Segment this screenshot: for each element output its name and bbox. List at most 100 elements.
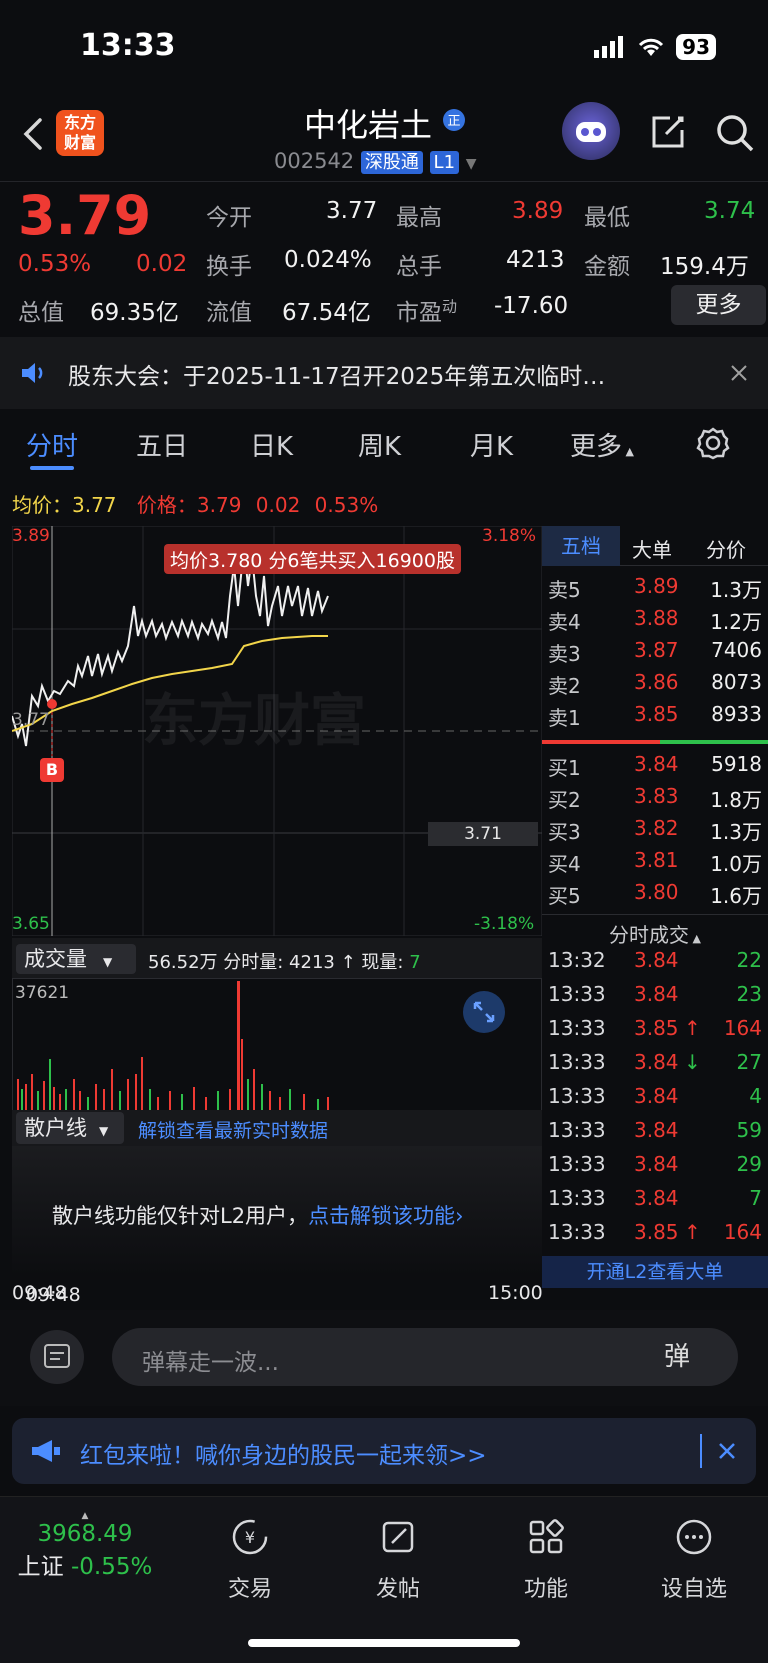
tick-volume: 164 (723, 1016, 762, 1040)
robot-assistant-icon[interactable] (562, 102, 620, 160)
tick-arrow: ↑ (684, 1220, 701, 1244)
nav-watchlist[interactable]: 设自选 (634, 1517, 754, 1603)
share-icon[interactable] (648, 112, 688, 152)
tick-volume: 27 (736, 1050, 762, 1074)
nav-trade[interactable]: ¥ 交易 (190, 1517, 310, 1603)
nav-post[interactable]: 发帖 (338, 1517, 458, 1603)
nav-function[interactable]: 功能 (486, 1517, 606, 1603)
ask-volume: 7406 (711, 638, 762, 662)
close-icon[interactable] (730, 364, 748, 382)
price-value: 3.79 (196, 493, 242, 517)
logo-text-1: 东方 (63, 113, 96, 132)
ask-row[interactable]: 卖4 3.88 1.2万 (542, 606, 768, 638)
tab-intraday[interactable]: 分时 (26, 426, 78, 463)
tick-price: 3.84 (634, 1050, 679, 1074)
bid-row[interactable]: 买2 3.83 1.8万 (542, 784, 768, 816)
ticks-header[interactable]: 分时成交 ▲ (542, 914, 768, 947)
tick-row: 13:32 3.84 22 (542, 948, 768, 982)
volume-chart[interactable]: 37621 (12, 978, 542, 1114)
intraday-chart[interactable]: 3.89 3.77 3.65 3.18% -3.18% 3.71 均价3.780… (11, 525, 543, 937)
index-ticker[interactable]: ▲ 3968.49 上证 -0.55% (0, 1511, 170, 1581)
battery-indicator: 93 (676, 34, 716, 60)
notice-bar[interactable]: 股东大会：于2025-11-17召开2025年第五次临时… (0, 337, 768, 409)
bid-row[interactable]: 买5 3.80 1.6万 (542, 880, 768, 912)
back-icon[interactable] (18, 114, 48, 154)
volume-total: 56.52万 (148, 952, 218, 973)
connect-tag: 深股通 (360, 151, 423, 174)
tick-volume: 22 (736, 948, 762, 972)
comment-list-icon[interactable] (30, 1330, 84, 1384)
bid-row[interactable]: 买1 3.84 5918 (542, 752, 768, 784)
stock-code-text: 002542 (274, 149, 355, 173)
ask-volume: 1.2万 (710, 610, 762, 634)
tab-price-dist[interactable]: 分价 (706, 534, 746, 563)
status-time: 13:33 (80, 28, 176, 63)
tick-arrow: ↓ (684, 1050, 701, 1074)
tick-time: 13:33 (548, 1220, 606, 1244)
danmaku-toggle-icon[interactable]: 弹 (664, 1336, 690, 1373)
avg-label: 均价： (12, 493, 72, 517)
volume-value: 4213 (506, 247, 565, 273)
ask-row[interactable]: 卖1 3.85 8933 (542, 702, 768, 734)
tick-row: 13:33 3.84 7 (542, 1186, 768, 1220)
svg-text:¥: ¥ (245, 1528, 255, 1547)
tab-weekly[interactable]: 周K (358, 426, 401, 463)
retail-message-link[interactable]: 点击解锁该功能 (308, 1204, 455, 1228)
tab-5day[interactable]: 五日 (136, 426, 188, 463)
tab-more[interactable]: 更多 ▲ (570, 426, 634, 463)
promo-close-icon[interactable] (718, 1442, 736, 1460)
ask-label: 卖4 (548, 610, 581, 634)
tab-big-order[interactable]: 大单 (632, 534, 672, 563)
bid-row[interactable]: 买3 3.82 1.3万 (542, 816, 768, 848)
promo-banner[interactable]: 红包来啦！喊你身边的股民一起来领>> (12, 1418, 756, 1484)
divider (0, 181, 768, 182)
nav-watchlist-label: 设自选 (660, 1577, 727, 1602)
ask-label: 卖5 (548, 578, 581, 602)
ask-row[interactable]: 卖3 3.87 7406 (542, 638, 768, 670)
more-button[interactable]: 更多 (671, 285, 766, 325)
pe-value: -17.60 (494, 293, 569, 319)
chart-tabs: 分时 五日 日K 周K 月K 更多 ▲ (0, 410, 768, 486)
amount-label: 金额 (584, 254, 630, 280)
tab-underline (30, 466, 74, 470)
more-dots-icon (676, 1519, 712, 1555)
volume-selector[interactable]: 成交量 ▼ (16, 944, 136, 974)
app-logo[interactable]: 东方 财富 (56, 110, 104, 156)
time-end: 15:00 (488, 1282, 543, 1304)
tick-row: 13:33 3.84 ↓ 27 (542, 1050, 768, 1084)
chart-tooltip: 均价3.780 分6笔共买入16900股 (164, 544, 461, 574)
bid-label: 买2 (548, 788, 581, 812)
settings-icon[interactable] (696, 426, 730, 460)
buy-marker[interactable]: B (40, 758, 64, 782)
turnover-label: 换手 (206, 254, 252, 280)
retail-unlock-link[interactable]: 解锁查看最新实时数据 (138, 1116, 328, 1143)
tick-volume: 59 (736, 1118, 762, 1142)
ask-row[interactable]: 卖5 3.89 1.3万 (542, 574, 768, 606)
search-icon[interactable] (714, 112, 756, 154)
dropdown-icon[interactable]: ▼ (466, 156, 477, 172)
tick-volume: 4 (749, 1084, 762, 1108)
tick-row: 13:33 3.84 23 (542, 982, 768, 1016)
l2-banner[interactable]: 开通L2查看大单 (542, 1256, 768, 1288)
tab-daily[interactable]: 日K (250, 426, 293, 463)
tick-price: 3.84 (634, 1084, 679, 1108)
tick-row: 13:33 3.84 59 (542, 1118, 768, 1152)
bid-row[interactable]: 买4 3.81 1.0万 (542, 848, 768, 880)
ask-price: 3.88 (634, 606, 679, 630)
ask-price: 3.87 (634, 638, 679, 662)
expand-icon[interactable] (463, 991, 505, 1033)
stock-name-text: 中化岩土 (304, 106, 433, 144)
tick-time: 13:33 (548, 1016, 606, 1040)
bid-volume: 1.3万 (710, 820, 762, 844)
float-label: 流值 (206, 300, 252, 326)
tick-price: 3.85 (634, 1220, 679, 1244)
y-axis-mid: 3.77 (12, 710, 50, 730)
ask-row[interactable]: 卖2 3.86 8073 (542, 670, 768, 702)
comment-input[interactable]: 弹幕走一波... 弹 (112, 1328, 738, 1386)
tab-monthly[interactable]: 月K (470, 426, 513, 463)
tab-level5[interactable]: 五档 (542, 526, 620, 566)
tick-time: 13:33 (548, 1186, 606, 1210)
edit-icon (382, 1521, 414, 1553)
high-value: 3.89 (512, 198, 564, 224)
retail-selector[interactable]: 散户线 ▼ (16, 1112, 124, 1144)
